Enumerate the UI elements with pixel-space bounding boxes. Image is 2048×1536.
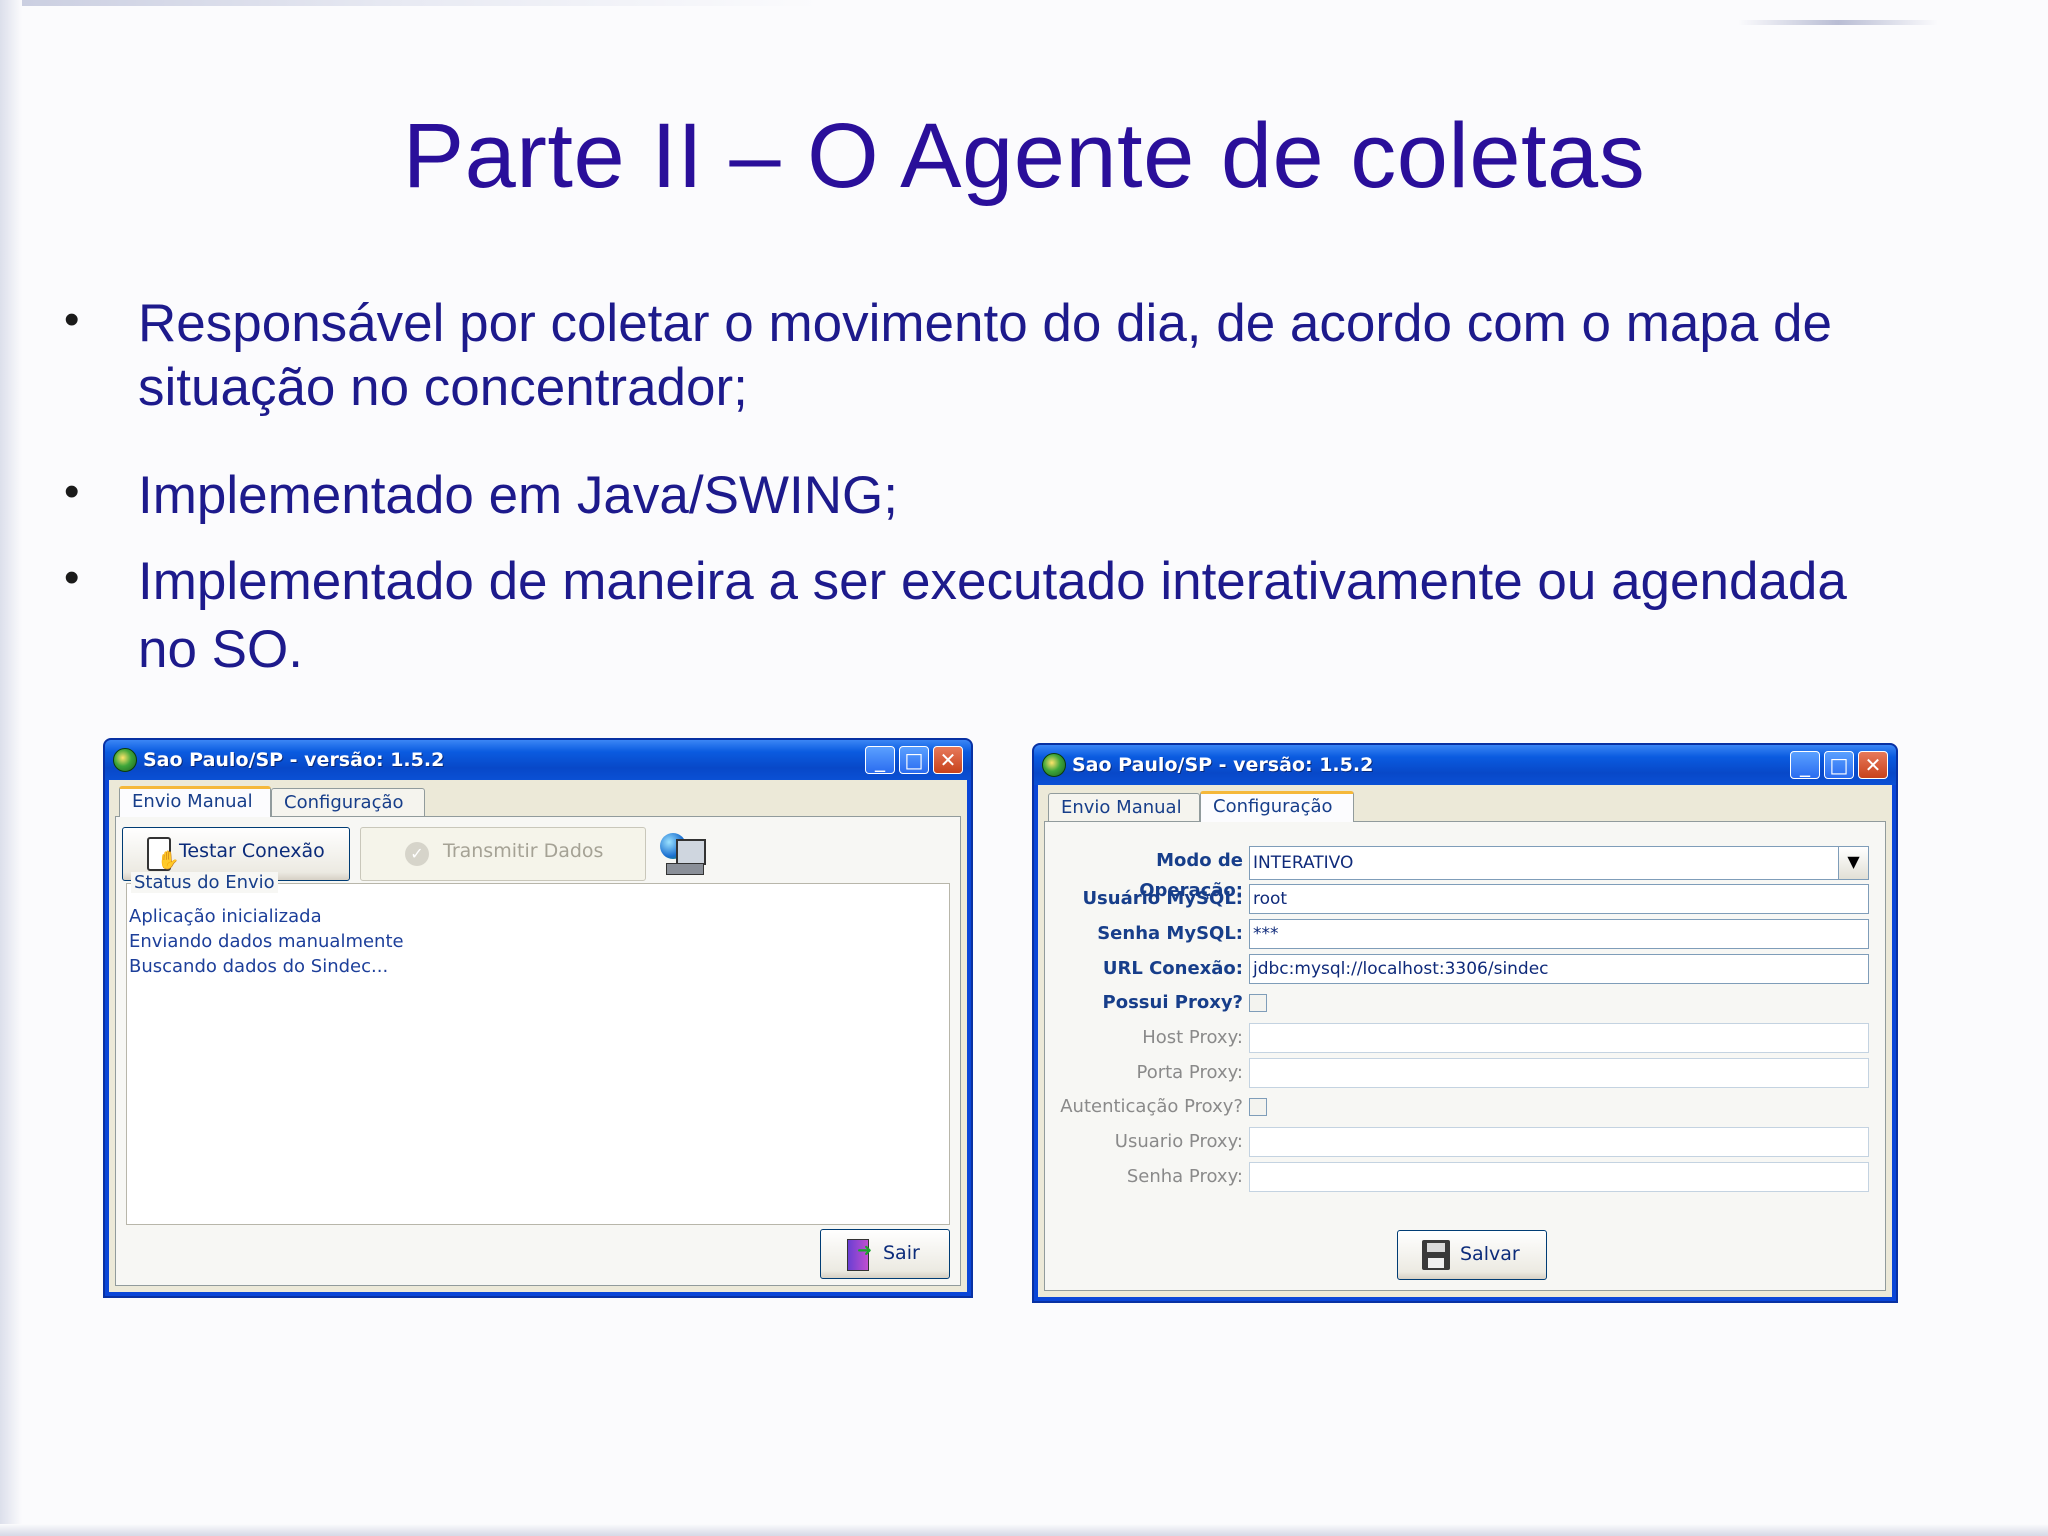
proxy-user-label: Usuario Proxy: xyxy=(1114,1131,1243,1152)
bullet-dot-icon: • xyxy=(64,467,80,516)
window-titlebar[interactable]: Sao Paulo/SP - versão: 1.5.2 _ □ ✕ xyxy=(1034,745,1896,785)
window-client: Envio Manual Configuração ✋ Testar Conex… xyxy=(109,780,967,1292)
mysql-password-field[interactable]: *** xyxy=(1249,919,1869,949)
mode-combo[interactable]: INTERATIVO ▼ xyxy=(1249,846,1869,880)
tab-panel: Modo de Operação: INTERATIVO ▼ Usuário M… xyxy=(1044,821,1886,1291)
save-button[interactable]: Salvar xyxy=(1397,1230,1547,1280)
has-proxy-checkbox[interactable] xyxy=(1249,994,1267,1012)
proxy-user-field[interactable] xyxy=(1249,1127,1869,1157)
form-row-user: Usuário MySQL: root xyxy=(1045,884,1885,914)
url-field[interactable]: jdbc:mysql://localhost:3306/sindec xyxy=(1249,954,1869,984)
transmit-data-label: Transmitir Dados xyxy=(443,840,604,862)
cursor-hand-icon: ✋ xyxy=(157,850,180,871)
proxy-password-field[interactable] xyxy=(1249,1162,1869,1192)
slide-bottom-edge xyxy=(0,1524,2048,1536)
window-client: Envio Manual Configuração Modo de Operaç… xyxy=(1038,785,1892,1297)
port-proxy-label: Porta Proxy: xyxy=(1136,1062,1244,1083)
proxy-password-label: Senha Proxy: xyxy=(1126,1166,1243,1187)
window-configuracao: Sao Paulo/SP - versão: 1.5.2 _ □ ✕ Envio… xyxy=(1032,743,1898,1303)
config-form: Modo de Operação: INTERATIVO ▼ Usuário M… xyxy=(1045,822,1885,1290)
url-label: URL Conexão: xyxy=(1102,958,1243,979)
tab-panel: ✋ Testar Conexão ✓ Transmitir Dados Stat… xyxy=(115,816,961,1286)
window-title: Sao Paulo/SP - versão: 1.5.2 xyxy=(143,749,445,771)
form-row-url: URL Conexão: jdbc:mysql://localhost:3306… xyxy=(1045,954,1885,984)
bullet-item: • Implementado em Java/SWING; xyxy=(60,464,2000,528)
bullet-line: no SO. xyxy=(138,620,303,679)
bullet-line: Implementado em Java/SWING; xyxy=(138,466,898,525)
bullet-list: • Responsável por coletar o movimento do… xyxy=(60,292,2000,684)
minimize-button[interactable]: _ xyxy=(1790,751,1820,779)
maximize-button[interactable]: □ xyxy=(899,746,929,774)
form-row-password: Senha MySQL: *** xyxy=(1045,919,1885,949)
status-line: Enviando dados manualmente xyxy=(129,931,404,952)
host-proxy-label: Host Proxy: xyxy=(1142,1027,1243,1048)
chevron-down-icon[interactable]: ▼ xyxy=(1838,847,1868,879)
proxy-auth-checkbox[interactable] xyxy=(1249,1098,1267,1116)
window-envio-manual: Sao Paulo/SP - versão: 1.5.2 _ □ ✕ Envio… xyxy=(103,738,973,1298)
tab-configuracao[interactable]: Configuração xyxy=(1200,791,1354,822)
form-row-port-proxy: Porta Proxy: xyxy=(1045,1058,1885,1088)
floppy-disk-icon xyxy=(1422,1240,1450,1270)
mysql-user-field[interactable]: root xyxy=(1249,884,1869,914)
bullet-line: situação no concentrador; xyxy=(138,358,748,417)
close-button[interactable]: ✕ xyxy=(1858,751,1888,779)
status-line: Buscando dados do Sindec... xyxy=(129,956,389,977)
form-row-host-proxy: Host Proxy: xyxy=(1045,1023,1885,1053)
maximize-button[interactable]: □ xyxy=(1824,751,1854,779)
exit-arrow-icon: ➜ xyxy=(857,1240,873,1261)
test-connection-label: Testar Conexão xyxy=(179,840,325,862)
transmit-data-button[interactable]: ✓ Transmitir Dados xyxy=(360,827,646,881)
bullet-dot-icon: • xyxy=(64,295,80,344)
window-title: Sao Paulo/SP - versão: 1.5.2 xyxy=(1072,754,1374,776)
slide-top-edge xyxy=(0,0,2048,6)
slide-title: Parte II – O Agente de coletas xyxy=(402,105,1646,207)
bullet-dot-icon: • xyxy=(64,553,80,602)
exit-label: Sair xyxy=(883,1242,920,1264)
status-panel: Status do Envio Aplicação inicializada E… xyxy=(126,872,950,1225)
exit-button[interactable]: ➜ Sair xyxy=(820,1229,950,1279)
save-label: Salvar xyxy=(1460,1243,1520,1265)
has-proxy-label: Possui Proxy? xyxy=(1102,992,1243,1013)
host-proxy-field[interactable] xyxy=(1249,1023,1869,1053)
tab-envio-manual[interactable]: Envio Manual xyxy=(119,786,271,817)
status-line: Aplicação inicializada xyxy=(129,906,322,927)
form-row-proxy-user: Usuario Proxy: xyxy=(1045,1127,1885,1157)
bullet-item: • Responsável por coletar o movimento do… xyxy=(60,292,2000,420)
minimize-button[interactable]: _ xyxy=(865,746,895,774)
window-titlebar[interactable]: Sao Paulo/SP - versão: 1.5.2 _ □ ✕ xyxy=(105,740,971,780)
tab-configuracao[interactable]: Configuração xyxy=(271,788,425,816)
network-computer-icon xyxy=(658,829,706,877)
app-globe-icon xyxy=(113,748,137,772)
mysql-password-label: Senha MySQL: xyxy=(1097,923,1243,944)
mode-value: INTERATIVO xyxy=(1253,853,1354,873)
bullet-line: Responsável por coletar o movimento do d… xyxy=(138,294,1833,353)
status-legend: Status do Envio xyxy=(131,872,278,893)
form-row-mode: Modo de Operação: INTERATIVO ▼ xyxy=(1045,846,1885,901)
decorative-stroke xyxy=(1738,20,1938,25)
close-button[interactable]: ✕ xyxy=(933,746,963,774)
form-row-proxy-auth: Autenticação Proxy? xyxy=(1045,1092,1885,1122)
form-row-proxy-password: Senha Proxy: xyxy=(1045,1162,1885,1192)
form-row-has-proxy: Possui Proxy? xyxy=(1045,988,1885,1018)
proxy-auth-label: Autenticação Proxy? xyxy=(1060,1096,1243,1117)
status-log: Aplicação inicializada Enviando dados ma… xyxy=(129,904,404,979)
mysql-user-label: Usuário MySQL: xyxy=(1082,888,1243,909)
check-circle-icon: ✓ xyxy=(405,842,429,866)
bullet-item: • Implementado de maneira a ser executad… xyxy=(60,548,2000,684)
tab-envio-manual[interactable]: Envio Manual xyxy=(1048,793,1200,821)
port-proxy-field[interactable] xyxy=(1249,1058,1869,1088)
bullet-line: Implementado de maneira a ser executado … xyxy=(138,552,1847,611)
slide-left-edge xyxy=(0,0,22,1536)
app-globe-icon xyxy=(1042,753,1066,777)
